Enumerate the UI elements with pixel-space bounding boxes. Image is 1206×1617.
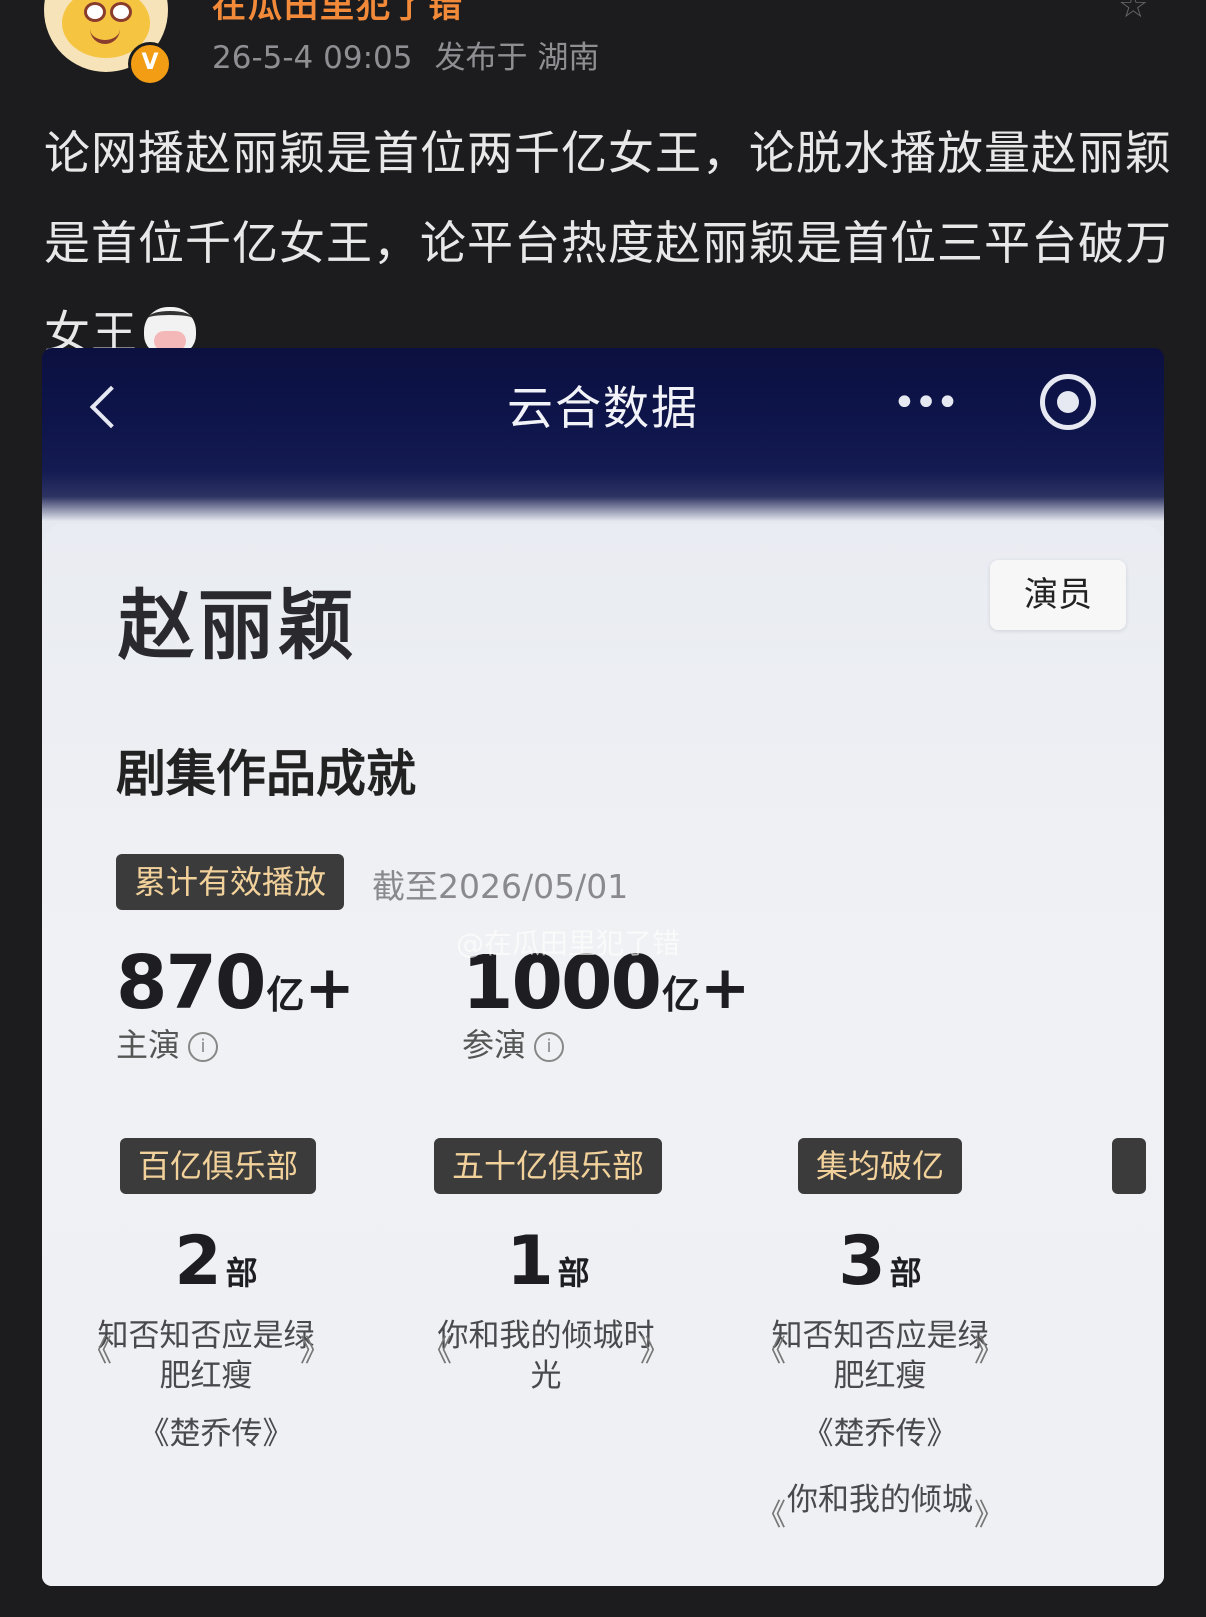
- app-title: 云合数据: [507, 381, 699, 435]
- info-icon[interactable]: i: [188, 1032, 219, 1062]
- play-count-pill: 累计有效播放: [116, 854, 345, 910]
- work-title-text: 知否知否应是绿肥红瘦: [771, 1318, 989, 1394]
- bracket-close: 》: [300, 1334, 330, 1369]
- bracket-close: 》: [640, 1334, 670, 1369]
- post-header: V 在瓜田里犯了错 ☆ 26-5-4 09:05 发布于 湖南: [0, 0, 1206, 100]
- embedded-screenshot[interactable]: 云合数据 ••• 赵丽颖 演员 剧集作品成就 累计有效播放 截至2026/05/…: [42, 348, 1164, 1586]
- count-unit: 部: [225, 1254, 258, 1292]
- username[interactable]: 在瓜田里犯了错: [212, 0, 464, 27]
- count-unit: 部: [889, 1254, 922, 1292]
- post-time: 26-5-4 09:05: [212, 40, 413, 76]
- app-topbar: 云合数据 •••: [42, 348, 1164, 478]
- verified-badge-icon: V: [128, 42, 172, 86]
- stat-label-text: 主演: [116, 1026, 181, 1064]
- count-number: 3: [838, 1222, 886, 1301]
- work-title[interactable]: 《你和我的倾城》: [756, 1480, 1004, 1533]
- work-title[interactable]: 《楚乔传》: [760, 1414, 1000, 1454]
- star-icon[interactable]: ☆: [1118, 0, 1148, 26]
- stat-plus: +: [699, 953, 751, 1023]
- role-tag[interactable]: 演员: [990, 560, 1126, 630]
- more-icon[interactable]: •••: [890, 378, 960, 428]
- stat-unit: 亿: [661, 973, 700, 1017]
- lead-role-label: 主演 i: [116, 1020, 219, 1066]
- club-count: 2部: [86, 1222, 346, 1301]
- bracket-open: 《: [422, 1334, 452, 1369]
- work-title[interactable]: 《楚乔传》: [96, 1414, 336, 1454]
- avatar-eye-icon: [84, 2, 106, 22]
- bracket-close: 》: [974, 1498, 1004, 1533]
- post-location: 发布于 湖南: [434, 40, 600, 76]
- club-pill-next-partial[interactable]: [1112, 1138, 1146, 1194]
- count-number: 1: [506, 1222, 554, 1301]
- work-title[interactable]: 《你和我的倾城时光》: [422, 1316, 670, 1396]
- actor-card: 赵丽颖 演员 剧集作品成就 累计有效播放 截至2026/05/01 870亿+ …: [42, 524, 1164, 1586]
- watermark: @在瓜田里犯了错: [456, 927, 681, 960]
- bracket-open: 《: [756, 1334, 786, 1369]
- as-of-date: 截至2026/05/01: [372, 867, 629, 906]
- stat-label-text: 参演: [462, 1026, 527, 1064]
- club-pill-hundred-billion[interactable]: 百亿俱乐部: [120, 1138, 317, 1194]
- club-pill-fifty-billion[interactable]: 五十亿俱乐部: [434, 1138, 663, 1194]
- target-icon[interactable]: [1040, 374, 1096, 430]
- avatar-eye-icon: [110, 2, 132, 22]
- club-pill-avg-over-100m[interactable]: 集均破亿: [798, 1138, 963, 1194]
- bracket-open: 《: [756, 1498, 786, 1533]
- stat-number: 870: [116, 940, 266, 1026]
- count-unit: 部: [557, 1254, 590, 1292]
- info-icon[interactable]: i: [534, 1032, 565, 1062]
- club-count: 3部: [750, 1222, 1010, 1301]
- stat-plus: +: [304, 953, 355, 1023]
- work-title[interactable]: 《知否知否应是绿肥红瘦》: [82, 1316, 330, 1396]
- post-body: 论网播赵丽颖是首位两千亿女王，论脱水播放量赵丽颖是首位千亿女王，论平台热度赵丽颖…: [44, 108, 1174, 378]
- post-meta: 26-5-4 09:05 发布于 湖南: [212, 32, 599, 77]
- bracket-open: 《: [82, 1334, 112, 1369]
- supporting-role-label: 参演 i: [462, 1020, 565, 1066]
- count-number: 2: [174, 1222, 222, 1301]
- work-title-text: 你和我的倾城: [787, 1482, 973, 1518]
- actor-name: 赵丽颖: [118, 581, 358, 670]
- club-count: 1部: [418, 1222, 678, 1301]
- section-title: 剧集作品成就: [116, 745, 416, 803]
- lead-role-stat: 870亿+: [116, 940, 355, 1026]
- work-title-text: 你和我的倾城时光: [437, 1318, 655, 1394]
- bracket-close: 》: [974, 1334, 1004, 1369]
- post-text: 论网播赵丽颖是首位两千亿女王，论脱水播放量赵丽颖是首位千亿女王，论平台热度赵丽颖…: [44, 126, 1172, 360]
- work-title-text: 知否知否应是绿肥红瘦: [97, 1318, 315, 1394]
- work-title[interactable]: 《知否知否应是绿肥红瘦》: [756, 1316, 1004, 1396]
- stat-unit: 亿: [266, 973, 305, 1017]
